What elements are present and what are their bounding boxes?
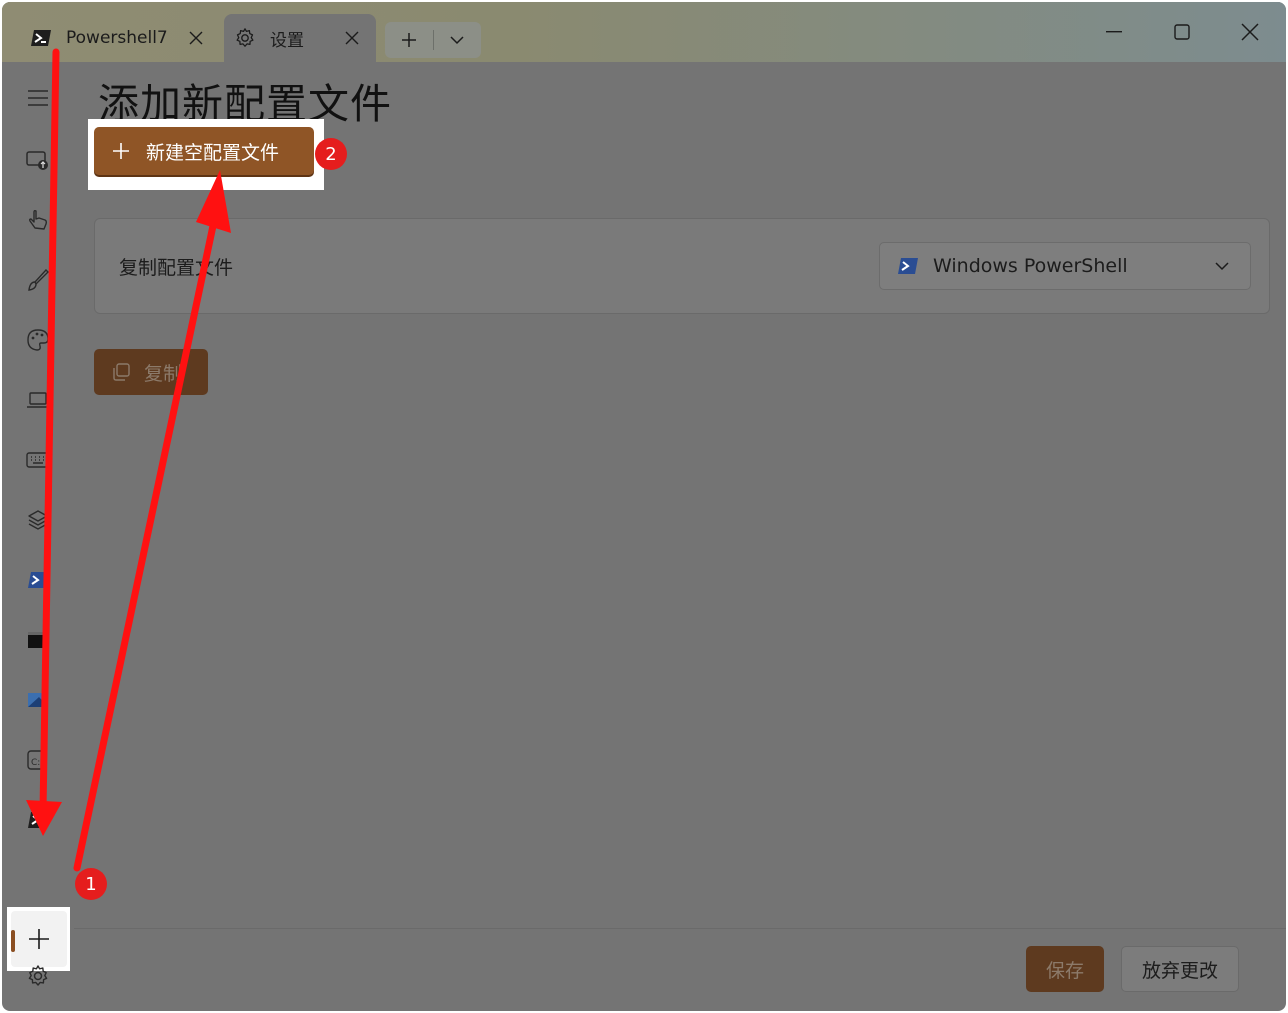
duplicate-button-label: 复制 (144, 362, 183, 385)
maximize-button[interactable] (1152, 12, 1212, 52)
profile-select-dropdown[interactable]: Windows PowerShell (879, 242, 1251, 290)
layers-icon (28, 510, 48, 530)
sidebar-item-startup[interactable] (22, 144, 54, 176)
plus-icon (29, 929, 49, 949)
plus-icon (402, 33, 416, 47)
sidebar-item-azure-cloud-shell[interactable] (22, 684, 54, 716)
palette-icon (27, 329, 49, 351)
terminal-window: Powershell7 设置 C: 添加新配置文件 新建空配置文件 复制配置文件… (2, 2, 1286, 1011)
new-tab-group (385, 22, 481, 58)
close-window-button[interactable] (1220, 12, 1280, 52)
new-empty-profile-button[interactable]: 新建空配置文件 (94, 127, 314, 175)
close-icon (1241, 23, 1259, 41)
tab-powershell7[interactable]: Powershell7 (20, 14, 220, 62)
minimize-icon (1106, 31, 1122, 33)
svg-text:C:: C: (31, 758, 40, 768)
hamburger-menu-button[interactable] (22, 82, 54, 114)
close-icon[interactable] (186, 28, 206, 48)
sidebar-item-windows-powershell[interactable] (22, 564, 54, 596)
discard-changes-button[interactable]: 放弃更改 (1121, 946, 1239, 992)
selection-indicator (11, 930, 15, 952)
azure-icon (28, 693, 48, 707)
maximize-icon (1174, 24, 1190, 40)
duplicate-profile-card: 复制配置文件 Windows PowerShell (94, 218, 1270, 314)
gear-icon (234, 27, 256, 49)
sidebar-item-command-prompt[interactable] (22, 624, 54, 656)
command-prompt-icon (28, 632, 48, 648)
sidebar-item-settings[interactable] (22, 960, 54, 992)
duplicate-button[interactable]: 复制 (94, 349, 208, 395)
divider (74, 928, 1286, 929)
sidebar-item-interaction[interactable] (22, 204, 54, 236)
hamburger-icon (28, 90, 48, 106)
sidebar: C: (2, 62, 74, 1011)
annotation-badge-2: 2 (315, 138, 347, 170)
sidebar-item-color-schemes[interactable] (22, 324, 54, 356)
add-new-profile-button[interactable] (11, 911, 67, 967)
tab-label: Powershell7 (66, 28, 168, 48)
laptop-icon (27, 392, 49, 408)
new-empty-profile-label: 新建空配置文件 (146, 141, 280, 164)
profile-dropdown-button[interactable] (433, 22, 481, 58)
copy-icon (110, 361, 132, 383)
chevron-down-icon (1212, 256, 1232, 276)
tab-bar: Powershell7 设置 (2, 2, 1286, 62)
startup-icon (26, 151, 48, 170)
new-tab-button[interactable] (385, 22, 433, 58)
powershell-icon (896, 254, 920, 278)
sidebar-item-rendering[interactable] (22, 384, 54, 416)
minimize-button[interactable] (1084, 12, 1144, 52)
tab-label: 设置 (270, 30, 304, 51)
annotation-badge-1: 1 (75, 868, 107, 900)
sidebar-item-powershell7[interactable] (22, 804, 54, 836)
chevron-down-icon (450, 36, 464, 45)
profile-select-value: Windows PowerShell (933, 255, 1128, 277)
brush-icon (28, 268, 49, 291)
developer-shell-icon: C: (27, 750, 47, 770)
tab-settings[interactable]: 设置 (224, 14, 376, 62)
sidebar-item-actions[interactable] (22, 444, 54, 476)
divider (433, 30, 434, 50)
keyboard-icon (26, 452, 50, 468)
interaction-icon (28, 209, 48, 230)
duplicate-profile-label: 复制配置文件 (119, 257, 234, 279)
sidebar-item-appearance[interactable] (22, 264, 54, 296)
powershell-icon (28, 572, 48, 588)
plus-icon (110, 140, 132, 162)
gear-icon (28, 965, 48, 986)
close-icon[interactable] (342, 28, 362, 48)
powershell-icon (30, 27, 52, 49)
sidebar-item-defaults[interactable] (22, 504, 54, 536)
save-button[interactable]: 保存 (1026, 946, 1104, 992)
powershell-icon (28, 812, 48, 828)
sidebar-item-developer-shell[interactable]: C: (22, 744, 54, 776)
